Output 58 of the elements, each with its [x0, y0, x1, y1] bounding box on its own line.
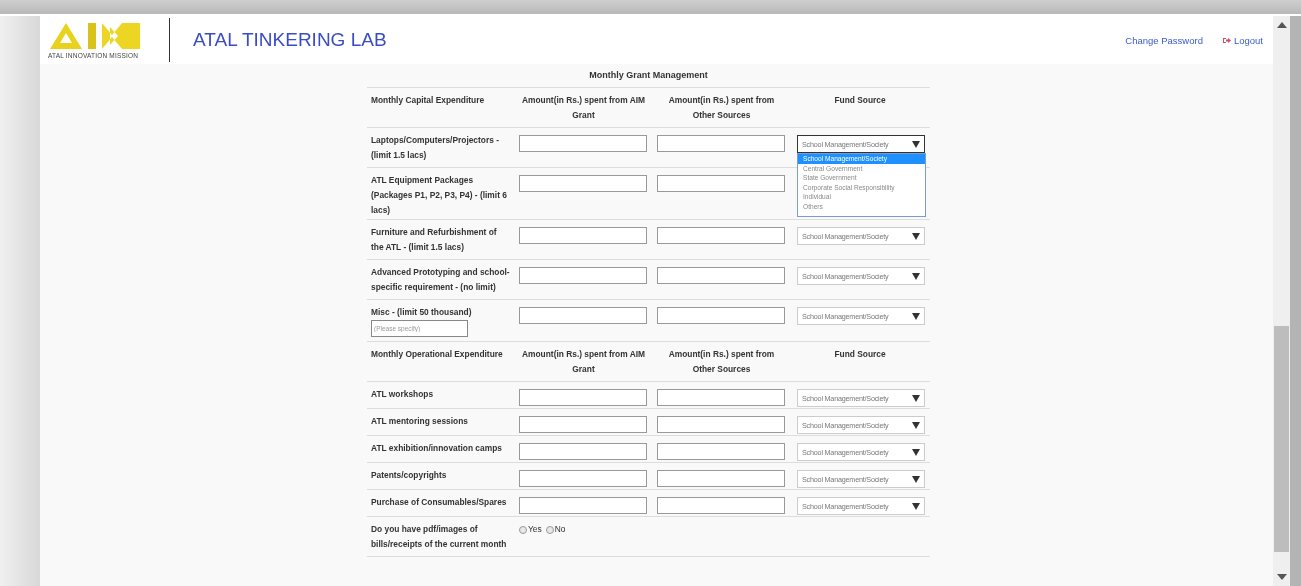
expense-label: Advanced Prototyping and school-specific requirement - (no limit) — [371, 266, 510, 294]
column-header: Amount(in Rs.) spent from Other Sources — [667, 348, 776, 376]
column-header: Amount(in Rs.) spent from AIM Grant — [521, 94, 646, 122]
caret-icon — [912, 272, 920, 280]
scrollbar[interactable] — [1273, 16, 1290, 586]
column-header: Amount(in Rs.) spent from AIM Grant — [521, 348, 646, 376]
column-header: Amount(in Rs.) spent from Other Sources — [667, 94, 776, 122]
amount-field[interactable] — [519, 307, 647, 324]
amount-field[interactable] — [657, 175, 785, 192]
amount-field[interactable] — [657, 443, 785, 460]
section-heading: Monthly Capital Expenditure — [371, 94, 486, 107]
expense-label: Misc - (limit 50 thousand) — [371, 306, 473, 319]
amount-field[interactable] — [657, 227, 785, 244]
amount-field[interactable] — [519, 267, 647, 284]
amount-field[interactable] — [519, 175, 647, 192]
radio-option[interactable]: Yes — [519, 522, 542, 537]
caret-icon — [912, 394, 920, 402]
expense-label: ATL workshops — [371, 388, 435, 401]
caret-icon — [912, 421, 920, 429]
amount-field[interactable] — [657, 416, 785, 433]
expense-label: Patents/copyrights — [371, 469, 448, 482]
radio-option[interactable]: No — [545, 522, 566, 537]
expense-label: Laptops/Computers/Projectors - (limit 1.5 lacs) — [371, 134, 500, 162]
column-header: Fund Source — [833, 348, 887, 361]
amount-field[interactable] — [519, 497, 647, 514]
amount-field[interactable] — [657, 389, 785, 406]
section-heading: Monthly Operational Expenditure — [371, 348, 504, 361]
expense-label: ATL mentoring sessions — [371, 415, 469, 428]
caret-icon — [912, 502, 920, 510]
amount-field[interactable] — [519, 470, 647, 487]
expense-label: ATL Equipment Packages (Packages P1, P2, P3, P4) - (limit 6 lacs) — [371, 174, 508, 217]
form-title: Monthly Grant Management — [367, 64, 930, 88]
amount-field[interactable] — [657, 307, 785, 324]
question-label: Do you have pdf/images of bills/receipts of the current month — [371, 523, 508, 551]
caret-icon — [912, 475, 920, 483]
caret-icon — [912, 312, 920, 320]
amount-field[interactable] — [657, 470, 785, 487]
radio-button[interactable] — [545, 525, 554, 534]
radio-button[interactable] — [519, 525, 527, 534]
expense-label: ATL exhibition/innovation camps — [371, 442, 503, 455]
amount-field[interactable] — [519, 389, 647, 406]
amount-field[interactable] — [657, 267, 785, 284]
amount-field[interactable] — [519, 416, 647, 433]
amount-field[interactable] — [519, 135, 647, 152]
expense-label: Purchase of Consumables/Spares — [371, 496, 508, 509]
column-header: Fund Source — [833, 94, 887, 107]
change-password-link[interactable]: Change Password — [1125, 34, 1203, 46]
amount-field[interactable] — [519, 443, 647, 460]
caret-icon — [912, 232, 920, 240]
amount-field[interactable] — [657, 135, 785, 152]
expense-label: Furniture and Refurbishment of the ATL - (limit 1.5 lacs) — [371, 226, 498, 254]
caret-icon — [912, 140, 920, 148]
caret-icon — [912, 448, 920, 456]
site-title: ATAL TINKERING LAB — [193, 29, 387, 51]
logout-link[interactable]: Logout — [1222, 34, 1263, 46]
amount-field[interactable] — [657, 497, 785, 514]
logout-icon — [1222, 36, 1231, 44]
amount-field[interactable] — [519, 227, 647, 244]
